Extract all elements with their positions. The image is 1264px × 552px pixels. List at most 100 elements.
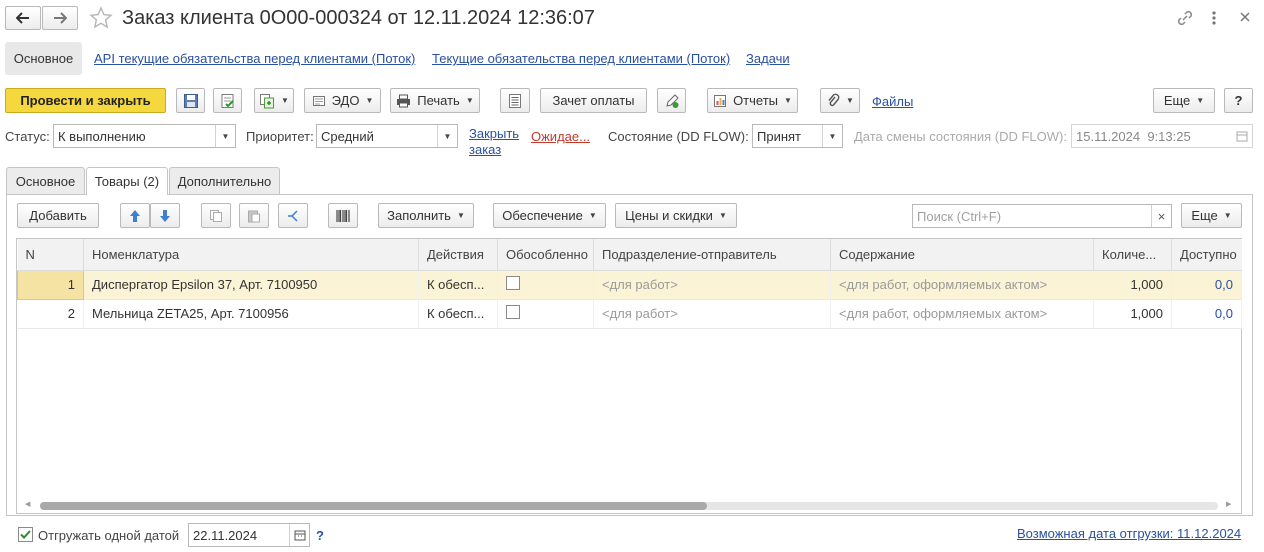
barcode-button[interactable] <box>328 203 358 228</box>
edit-signature-button[interactable] <box>657 88 686 113</box>
files-link[interactable]: Файлы <box>872 94 913 109</box>
row-quantity[interactable]: 1,000 <box>1093 270 1172 300</box>
post-and-close-button[interactable]: Провести и закрыть <box>5 88 166 113</box>
row-action[interactable]: К обесп... <box>418 299 498 329</box>
calendar-icon[interactable] <box>289 524 309 546</box>
chevron-down-icon[interactable]: ▼ <box>437 125 457 147</box>
column-header[interactable]: Подразделение-отправитель <box>593 239 831 271</box>
copy-icon <box>209 209 223 223</box>
more-button[interactable]: Еще ▼ <box>1153 88 1215 113</box>
row-department[interactable]: <для работ> <box>593 270 831 300</box>
help-button[interactable]: ? <box>1224 88 1253 113</box>
chevron-down-icon: ▼ <box>281 96 289 105</box>
arrow-down-icon <box>159 209 171 223</box>
ship-one-date-label[interactable]: Отгружать одной датой <box>38 528 179 543</box>
column-header[interactable]: Количе... <box>1093 239 1172 271</box>
fill-button[interactable]: Заполнить ▼ <box>378 203 474 228</box>
pencil-icon <box>664 93 680 109</box>
horizontal-scrollbar[interactable] <box>40 502 1218 510</box>
print-button[interactable]: Печать ▼ <box>390 88 480 113</box>
move-up-button[interactable] <box>120 203 150 228</box>
row-content[interactable]: <для работ, оформляемых актом> <box>830 270 1094 300</box>
move-down-button[interactable] <box>150 203 180 228</box>
nav-item-current-obligations[interactable]: Текущие обязательства перед клиентами (П… <box>432 51 730 66</box>
clear-search-icon[interactable]: × <box>1151 205 1171 227</box>
column-header[interactable]: Содержание <box>830 239 1094 271</box>
paste-icon <box>247 209 261 223</box>
row-item[interactable]: Диспергатор Epsilon 37, Арт. 7100950 <box>83 270 419 300</box>
split-row-button[interactable] <box>278 203 308 228</box>
ship-one-date-checkbox[interactable] <box>18 527 33 542</box>
column-header[interactable]: Действия <box>418 239 498 271</box>
paste-button[interactable] <box>239 203 269 228</box>
reports-button[interactable]: Отчеты ▼ <box>707 88 798 113</box>
document-journal-button[interactable] <box>500 88 530 113</box>
row-department[interactable]: <для работ> <box>593 299 831 329</box>
waiting-link[interactable]: Ожидае... <box>531 129 590 144</box>
row-number[interactable]: 1 <box>17 269 84 300</box>
close-icon[interactable] <box>1238 10 1252 24</box>
chevron-down-icon[interactable]: ▼ <box>822 125 842 147</box>
tab-goods[interactable]: Товары (2) <box>86 167 168 195</box>
nav-item-main[interactable]: Основное <box>5 42 82 75</box>
column-header[interactable]: Доступно <box>1171 239 1242 271</box>
nav-item-api-obligations[interactable]: API текущие обязательства перед клиентам… <box>94 51 415 66</box>
nav-item-tasks[interactable]: Задачи <box>746 51 790 66</box>
scroll-left-icon[interactable]: ◀ <box>25 500 30 508</box>
edo-button[interactable]: ЭДО ▼ <box>304 88 381 113</box>
row-content[interactable]: <для работ, оформляемых актом> <box>830 299 1094 329</box>
chevron-down-icon: ▼ <box>718 211 727 220</box>
forward-button[interactable] <box>42 6 78 30</box>
chevron-down-icon: ▼ <box>1196 96 1205 105</box>
post-button[interactable] <box>213 88 242 113</box>
chevron-down-icon[interactable]: ▼ <box>215 125 235 147</box>
priority-select[interactable]: Средний ▼ <box>316 124 458 148</box>
chevron-down-icon: ▼ <box>465 96 474 105</box>
column-header[interactable]: Номенклатура <box>83 239 419 271</box>
separate-checkbox[interactable] <box>506 305 520 319</box>
row-action[interactable]: К обесп... <box>418 270 498 300</box>
state-select[interactable]: Принят ▼ <box>752 124 843 148</box>
close-order-link[interactable]: Закрыть заказ <box>469 126 519 158</box>
row-available[interactable]: 0,0 <box>1171 270 1242 300</box>
row-item[interactable]: Мельница ZETA25, Арт. 7100956 <box>83 299 419 329</box>
back-button[interactable] <box>5 6 41 30</box>
create-based-on-button[interactable]: ▼ <box>254 88 294 113</box>
row-quantity[interactable]: 1,000 <box>1093 299 1172 329</box>
possible-ship-date-link[interactable]: Возможная дата отгрузки: 11.12.2024 <box>1017 526 1241 541</box>
state-date-field: 15.11.2024 9:13:25 <box>1071 124 1253 148</box>
tab-main[interactable]: Основное <box>6 167 85 194</box>
split-icon <box>286 209 300 223</box>
status-label: Статус: <box>5 129 50 144</box>
add-button[interactable]: Добавить <box>17 203 99 228</box>
status-select[interactable]: К выполнению ▼ <box>53 124 236 148</box>
table-row[interactable]: 2 Мельница ZETA25, Арт. 7100956 К обесп.… <box>17 299 1242 329</box>
star-icon[interactable] <box>89 6 113 30</box>
copy-row-button[interactable] <box>201 203 231 228</box>
save-button[interactable] <box>176 88 205 113</box>
row-number[interactable]: 2 <box>17 299 84 329</box>
column-header[interactable]: Обособленно <box>497 239 594 271</box>
prices-discounts-button[interactable]: Цены и скидки ▼ <box>615 203 737 228</box>
goods-more-button[interactable]: Еще ▼ <box>1181 203 1242 228</box>
scroll-right-icon[interactable]: ▶ <box>1226 500 1231 508</box>
search-input[interactable]: Поиск (Ctrl+F) × <box>912 204 1172 228</box>
attachments-button[interactable]: ▼ <box>820 88 860 113</box>
supply-button[interactable]: Обеспечение ▼ <box>493 203 606 228</box>
separate-checkbox[interactable] <box>506 276 520 290</box>
paperclip-icon <box>826 93 840 109</box>
ship-date-help-icon[interactable]: ? <box>316 528 324 543</box>
scrollbar-thumb[interactable] <box>40 502 707 510</box>
kebab-menu-icon[interactable] <box>1207 9 1221 27</box>
arrow-left-icon <box>16 12 30 24</box>
table-row[interactable]: 1 Диспергатор Epsilon 37, Арт. 7100950 К… <box>17 269 1242 300</box>
row-separate[interactable] <box>497 299 594 329</box>
row-separate[interactable] <box>497 270 594 300</box>
row-available[interactable]: 0,0 <box>1171 299 1242 329</box>
link-icon[interactable] <box>1176 9 1194 27</box>
ship-date-field[interactable]: 22.11.2024 <box>188 523 310 547</box>
column-header[interactable]: N <box>17 239 84 271</box>
tab-additional[interactable]: Дополнительно <box>169 167 280 194</box>
payment-offset-button[interactable]: Зачет оплаты <box>540 88 647 113</box>
printer-icon <box>396 94 411 108</box>
